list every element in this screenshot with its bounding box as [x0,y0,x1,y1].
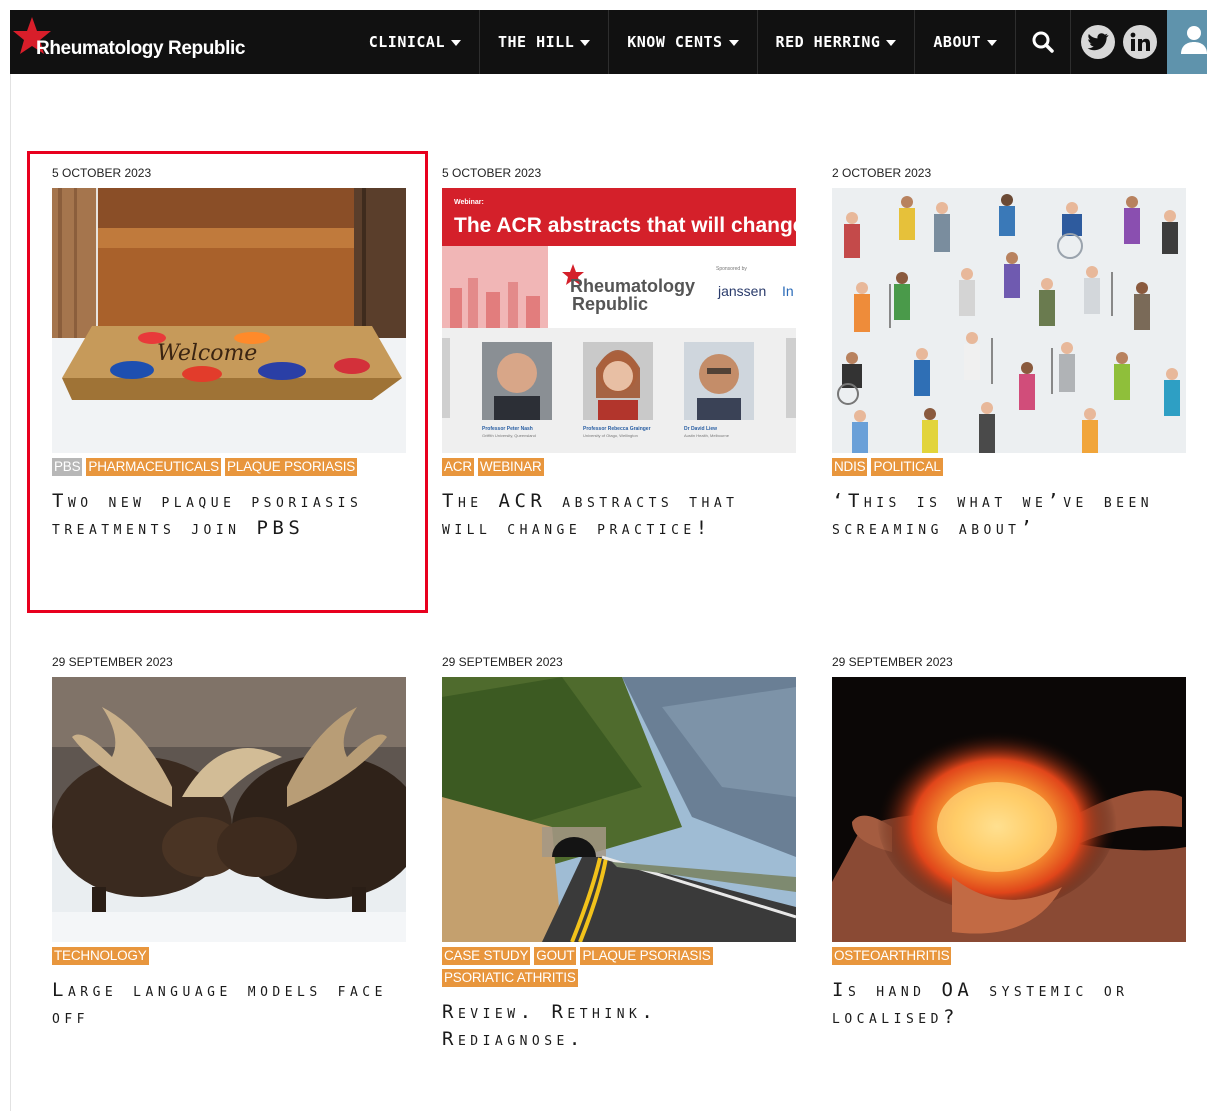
tag[interactable]: TECHNOLOGY [52,947,149,965]
site-header: Rheumatology Republic CLINICAL THE HILL … [10,10,1207,74]
nav-about[interactable]: ABOUT [914,10,1015,74]
article-title[interactable]: Is hand OA systemic or localised? [832,977,1188,1031]
speaker-affiliation: University of Otago, Wellington [583,433,638,438]
linkedin-icon [1130,32,1150,51]
article-card: 29 SEPTEMBER 2023 OSTEOARTHRITIS Is hand… [832,655,1188,1031]
page-left-rule [10,74,11,1111]
nav-know-cents-label: KNOW CENTS [627,33,723,51]
nav-about-label: ABOUT [933,33,982,51]
social-links [1070,10,1167,74]
article-date: 5 OCTOBER 2023 [442,166,542,180]
account-button[interactable] [1167,10,1207,74]
search-button[interactable] [1015,10,1070,74]
linkedin-link[interactable] [1123,25,1157,59]
tag[interactable]: WEBINAR [477,458,544,476]
article-card: 2 OCTOBER 2023 NDIS POLITICAL ‘This is w… [832,166,1188,542]
webinar-headline: The ACR abstracts that will change p [454,214,796,237]
nav-the-hill-label: THE HILL [497,33,575,51]
article-image-road-tunnel[interactable] [442,677,796,942]
article-tags: ACR WEBINAR [442,458,798,476]
nav-know-cents[interactable]: KNOW CENTS [608,10,756,74]
tag[interactable]: PLAQUE PSORIASIS [580,947,713,965]
search-icon [1032,31,1054,53]
article-tags: TECHNOLOGY [52,947,408,965]
tag[interactable]: POLITICAL [871,458,943,476]
article-tags: NDIS POLITICAL [832,458,1188,476]
speaker-affiliation: Austin Health, Melbourne [684,433,730,438]
caret-down-icon [728,40,739,46]
article-title[interactable]: ‘This is what we’ve been screaming about… [832,488,1188,542]
main-nav: CLINICAL THE HILL KNOW CENTS RED HERRING… [351,10,1015,74]
tag[interactable]: OSTEOARTHRITIS [832,947,952,965]
caret-down-icon [987,40,998,46]
sponsor-label: Sponsored by [716,266,747,272]
site-name: Rheumatology Republic [36,38,246,59]
sponsor-suffix: In [782,283,794,299]
nav-clinical-label: CLINICAL [368,33,445,51]
article-title[interactable]: Large language models face off [52,977,408,1031]
article-title[interactable]: The ACR abstracts that will change pract… [442,488,798,542]
speaker-affiliation: Griffith University, Queensland [482,433,536,438]
caret-down-icon [580,40,591,46]
article-image-webinar[interactable]: Webinar: The ACR abstracts that will cha… [442,188,796,453]
article-title[interactable]: Review. Rethink. Rediagnose. [442,999,798,1053]
caret-down-icon [886,40,897,46]
article-date: 29 SEPTEMBER 2023 [832,655,953,669]
article-image-crowd[interactable] [832,188,1186,453]
article-date: 29 SEPTEMBER 2023 [442,655,563,669]
tag[interactable]: CASE STUDY [442,947,531,965]
nav-red-herring-label: RED HERRING [775,33,881,51]
nav-red-herring[interactable]: RED HERRING [756,10,915,74]
nav-the-hill[interactable]: THE HILL [478,10,608,74]
webinar-brand-line2: Republic [572,294,648,314]
twitter-link[interactable] [1081,25,1115,59]
speaker-name: Dr David Liew [684,426,717,432]
article-card: 29 SEPTEMBER 2023 CASE STUDY GOUT PLAQUE… [442,655,798,1053]
webinar-kicker: Webinar: [454,199,484,206]
tag[interactable]: PSORIATIC ATHRITIS [442,969,578,987]
article-tags: OSTEOARTHRITIS [832,947,1188,965]
article-date: 2 OCTOBER 2023 [832,166,932,180]
webinar-brand-line1: Rheumatology [570,276,695,296]
article-date: 29 SEPTEMBER 2023 [52,655,173,669]
tag[interactable]: GOUT [534,947,577,965]
tag[interactable]: ACR [442,458,474,476]
speaker-name: Professor Peter Nash [482,426,533,432]
nav-clinical[interactable]: CLINICAL [351,10,479,74]
user-icon [1181,26,1207,54]
article-card: 29 SEPTEMBER 2023 TECHNOLOGY Large langu… [52,655,408,1031]
caret-down-icon [450,40,461,46]
site-logo[interactable]: Rheumatology Republic [10,10,351,74]
twitter-icon [1087,33,1109,51]
tag[interactable]: NDIS [832,458,868,476]
article-image-moose[interactable] [52,677,406,942]
speaker-name: Professor Rebecca Grainger [583,426,651,432]
page-top-strip [0,0,1207,10]
article-tags: CASE STUDY GOUT PLAQUE PSORIASIS PSORIAT… [442,947,798,987]
selected-card-highlight [27,151,428,613]
sponsor-name: janssen [717,283,766,299]
article-card: 5 OCTOBER 2023 Webinar: The ACR abstract… [442,166,798,542]
article-image-fire-hand[interactable] [832,677,1186,942]
